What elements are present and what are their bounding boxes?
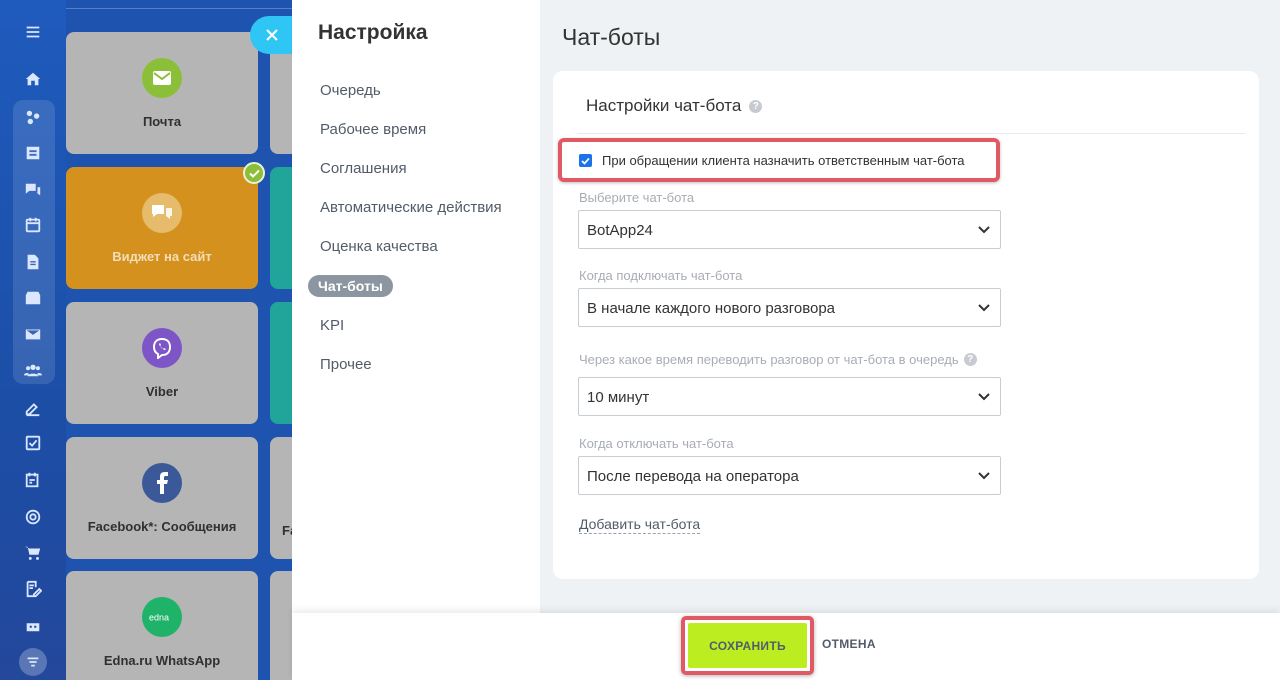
help-icon[interactable]: ?	[963, 353, 977, 366]
app-sidebar	[0, 0, 66, 680]
tile-label: Edna.ru WhatsApp	[103, 653, 221, 668]
timeout-value: 10 минут	[587, 389, 650, 406]
close-icon	[266, 29, 278, 41]
viber-icon	[142, 328, 182, 368]
chat-bubbles-icon	[142, 193, 182, 233]
field-label-connect: Когда подключать чат-бота	[579, 268, 743, 283]
tile-edna[interactable]: edna Edna.ru WhatsApp	[66, 571, 258, 680]
close-slider-button[interactable]	[250, 16, 294, 54]
save-button[interactable]: СОХРАНИТЬ	[688, 623, 807, 668]
feed-icon[interactable]	[22, 142, 44, 164]
connectors-grid: Почта Виджет на сайт Viber Facebook*: Со…	[66, 0, 292, 680]
menu-item-quality[interactable]: Оценка качества	[320, 238, 438, 255]
document-icon[interactable]	[22, 251, 44, 273]
robot-icon[interactable]	[22, 614, 44, 636]
chat-icon[interactable]	[22, 179, 44, 201]
bot-select-value: BotApp24	[587, 222, 653, 239]
tile-label: Viber	[145, 384, 179, 399]
divider	[66, 8, 292, 9]
card-title-text: Настройки чат-бота	[586, 96, 742, 115]
tile-partial[interactable]	[270, 167, 292, 289]
tile-label: Fa	[282, 523, 292, 538]
menu-icon[interactable]	[22, 21, 44, 43]
settings-slider: Настройка Очередь Рабочее время Соглашен…	[292, 0, 1280, 680]
chevron-down-icon	[978, 304, 990, 312]
settings-nav: Настройка Очередь Рабочее время Соглашен…	[292, 0, 540, 613]
disconnect-when-select[interactable]: После перевода на оператора	[578, 456, 1001, 495]
mail-icon	[142, 58, 182, 98]
chevron-down-icon	[978, 472, 990, 480]
assign-bot-checkbox[interactable]	[579, 154, 592, 167]
check-icon	[243, 162, 265, 184]
tile-mail[interactable]: Почта	[66, 32, 258, 154]
tile-partial[interactable]	[270, 302, 292, 424]
chevron-down-icon	[978, 226, 990, 234]
svg-text:edna: edna	[149, 613, 169, 623]
edna-icon: edna	[142, 597, 182, 637]
assign-bot-label[interactable]: При обращении клиента назначить ответств…	[602, 153, 965, 168]
chevron-down-icon	[978, 393, 990, 401]
target-icon[interactable]	[22, 506, 44, 528]
menu-item-working-time[interactable]: Рабочее время	[320, 121, 426, 138]
inbox-icon[interactable]	[22, 287, 44, 309]
chatbot-settings-card: Настройки чат-бота ? При обращении клиен…	[553, 71, 1259, 579]
card-title: Настройки чат-бота ?	[586, 96, 763, 116]
mail-icon[interactable]	[22, 323, 44, 345]
schedule-icon[interactable]	[22, 469, 44, 491]
field-label-timeout: Через какое время переводить разговор от…	[579, 352, 977, 367]
tile-facebook[interactable]: Facebook*: Сообщения	[66, 437, 258, 559]
page-title: Чат-боты	[562, 24, 661, 50]
connect-when-value: В начале каждого нового разговора	[587, 300, 836, 317]
add-chatbot-link[interactable]: Добавить чат-бота	[579, 516, 701, 534]
cancel-button[interactable]: ОТМЕНА	[822, 637, 876, 651]
menu-item-kpi[interactable]: KPI	[320, 317, 344, 334]
divider	[577, 133, 1245, 134]
menu-item-other[interactable]: Прочее	[320, 356, 372, 373]
edit-icon[interactable]	[22, 578, 44, 600]
crm-icon[interactable]	[22, 106, 44, 128]
timeout-select[interactable]: 10 минут	[578, 377, 1001, 416]
menu-item-agreements[interactable]: Соглашения	[320, 160, 407, 177]
menu-item-chatbots[interactable]: Чат-боты	[308, 275, 393, 297]
tile-label: Виджет на сайт	[112, 249, 212, 264]
field-label-bot: Выберите чат-бота	[579, 190, 695, 205]
home-icon[interactable]	[22, 68, 44, 90]
sign-icon[interactable]	[22, 397, 44, 419]
disconnect-when-value: После перевода на оператора	[587, 468, 799, 485]
field-label-disconnect: Когда отключать чат-бота	[579, 436, 734, 451]
facebook-icon	[142, 463, 182, 503]
menu-item-automation[interactable]: Автоматические действия	[320, 199, 502, 216]
users-icon[interactable]	[22, 359, 44, 381]
tasks-icon[interactable]	[22, 432, 44, 454]
tile-widget[interactable]: Виджет на сайт	[66, 167, 258, 289]
calendar-icon[interactable]	[22, 214, 44, 236]
help-icon[interactable]: ?	[749, 99, 763, 113]
cart-icon[interactable]	[22, 542, 44, 564]
connect-when-select[interactable]: В начале каждого нового разговора	[578, 288, 1001, 327]
menu-item-queue[interactable]: Очередь	[320, 82, 381, 99]
tile-partial[interactable]	[270, 571, 292, 680]
panel-title: Настройка	[318, 21, 428, 44]
tile-viber[interactable]: Viber	[66, 302, 258, 424]
tile-label: Facebook*: Сообщения	[87, 519, 237, 534]
tile-partial[interactable]: Fa	[270, 437, 292, 559]
filter-icon[interactable]	[19, 648, 47, 676]
bot-select[interactable]: BotApp24	[578, 210, 1001, 249]
tile-label: Почта	[142, 114, 182, 129]
footer-bar: СОХРАНИТЬ ОТМЕНА	[292, 613, 1280, 680]
